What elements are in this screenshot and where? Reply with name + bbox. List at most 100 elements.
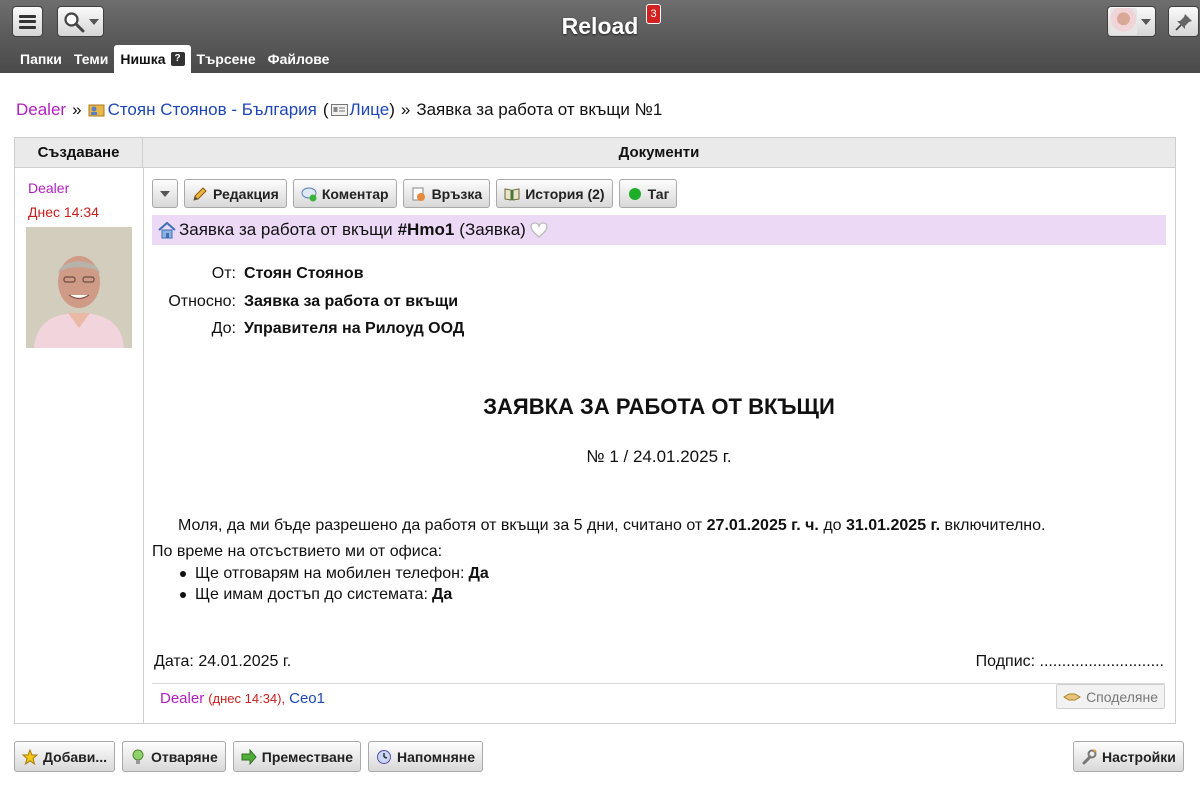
notification-badge[interactable]: 3 (646, 4, 661, 24)
breadcrumb-paren-open: ( (322, 100, 329, 119)
pin-button[interactable] (1168, 6, 1199, 37)
subject-row: Относно: Заявка за работа от вкъщи (154, 293, 458, 311)
bullet-text: Ще имам достъп до системата: (195, 586, 428, 603)
divider (152, 683, 1165, 684)
move-button[interactable]: Преместване (232, 741, 362, 772)
thread-table: Създаване Документи Dealer Днес 14:34 Ре… (14, 137, 1176, 724)
footer-time: (днес 14:34), (208, 691, 286, 706)
body-text: Моля, да ми бъде разрешено да работя от … (178, 517, 703, 534)
edit-button[interactable]: Редакция (184, 179, 287, 208)
footer-author-link[interactable]: Dealer (160, 690, 204, 707)
tab-search[interactable]: Търсене (191, 45, 262, 73)
column-divider (143, 168, 144, 723)
breadcrumb-dealer-link[interactable]: Dealer (16, 100, 66, 120)
remind-button[interactable]: Напомняне (368, 741, 483, 772)
tag-button[interactable]: Таг (618, 179, 678, 208)
open-button[interactable]: Отваряне (122, 741, 226, 772)
body-text: до (823, 517, 842, 534)
document-toolbar: Редакция Коментар Връзка История (2) Таг (152, 179, 678, 208)
document-body: Моля, да ми бъде разрешено да работя от … (152, 513, 1166, 565)
footer-recipient-link[interactable]: Ceo1 (289, 690, 325, 707)
green-dot-icon (628, 187, 641, 200)
book-icon (504, 187, 520, 201)
breadcrumb-separator: » (400, 100, 411, 119)
list-item: Ще отговарям на мобилен телефон: Да (180, 565, 489, 583)
creator-name[interactable]: Dealer (28, 180, 69, 196)
document-footer-meta: Dealer (днес 14:34), Ceo1 (160, 690, 325, 707)
signature-line: Подпис: ............................ (975, 653, 1164, 670)
move-button-label: Преместване (261, 748, 354, 765)
document-code: #Hmo1 (397, 220, 455, 239)
subject-value: Заявка за работа от вкъщи (244, 293, 459, 310)
bullet-value: Да (468, 565, 489, 582)
absence-intro: По време на отсъствието ми от офиса: (152, 543, 443, 560)
creator-photo (26, 227, 132, 348)
link-button-label: Връзка (431, 185, 483, 202)
history-button-label: История (2) (525, 185, 605, 202)
lightbulb-icon (132, 749, 144, 764)
breadcrumb-paren-close: ) (389, 100, 395, 119)
bullet-value: Да (432, 586, 453, 603)
document-title-bar: Заявка за работа от вкъщи #Hmo1 (Заявка) (152, 215, 1166, 245)
link-icon (412, 187, 425, 201)
pin-icon (1174, 13, 1192, 31)
pencil-icon (193, 186, 207, 201)
breadcrumb: Dealer » Стоян Стоянов - България ( Лице… (16, 100, 662, 120)
breadcrumb-contact-link[interactable]: Стоян Стоянов - България (108, 100, 317, 120)
link-button[interactable]: Връзка (402, 179, 491, 208)
tab-topics[interactable]: Теми (68, 45, 114, 73)
body-text: включително. (944, 517, 1046, 534)
breadcrumb-type-link[interactable]: Лице (350, 100, 390, 120)
tab-thread-label: Нишка (120, 51, 166, 67)
bullet-text: Ще отговарям на мобилен телефон: (195, 565, 465, 582)
contact-folder-icon (88, 104, 105, 117)
document-date: Дата: 24.01.2025 г. (154, 653, 292, 670)
share-button-label: Споделяне (1086, 688, 1158, 705)
tag-button-label: Таг (647, 185, 670, 202)
id-card-icon (330, 104, 348, 116)
breadcrumb-separator: » (72, 100, 82, 119)
settings-button[interactable]: Настройки (1073, 741, 1184, 772)
date-to: 31.01.2025 г. (846, 517, 941, 534)
share-button[interactable]: Споделяне (1056, 684, 1165, 709)
tab-files[interactable]: Файлове (262, 45, 336, 73)
arrow-right-icon (241, 748, 257, 765)
handshake-icon (1063, 693, 1082, 700)
list-item: Ще имам достъп до системата: Да (180, 586, 452, 604)
add-button[interactable]: Добави... (14, 741, 116, 772)
column-header-created: Създаване (15, 138, 143, 168)
user-menu-button[interactable] (1107, 6, 1156, 37)
to-value: Управителя на Рилоуд ООД (244, 320, 465, 337)
chevron-down-icon (1141, 18, 1151, 25)
comment-button[interactable]: Коментар (292, 179, 397, 208)
edit-button-label: Редакция (213, 185, 279, 202)
document-title: Заявка за работа от вкъщи (179, 220, 393, 239)
add-button-label: Добави... (43, 748, 108, 765)
from-label: От: (211, 265, 236, 282)
breadcrumb-current: Заявка за работа от вкъщи №1 (416, 100, 663, 119)
creation-time: Днес 14:34 (28, 204, 99, 220)
to-label: До: (211, 320, 236, 337)
date-from: 27.01.2025 г. ч. (706, 517, 819, 534)
document-heading: ЗАЯВКА ЗА РАБОТА ОТ ВКЪЩИ (483, 394, 835, 419)
tab-thread[interactable]: Нишка ? (114, 45, 191, 73)
to-row: До: Управителя на Рилоуд ООД (154, 320, 465, 338)
heart-icon[interactable] (530, 222, 548, 238)
bottom-toolbar: Добави... Отваряне Преместване Напомняне (14, 741, 483, 772)
nav-tabs: Папки Теми Нишка ? Търсене Файлове (14, 45, 335, 73)
document-number: № 1 / 24.01.2025 г. (586, 447, 732, 466)
open-button-label: Отваряне (151, 748, 218, 765)
comment-icon (301, 187, 317, 201)
settings-button-label: Настройки (1102, 748, 1176, 765)
subject-label: Относно: (168, 293, 236, 310)
help-icon[interactable]: ? (170, 52, 185, 66)
clock-icon (377, 749, 392, 764)
request-paragraph: Моля, да ми бъде разрешено да работя от … (152, 513, 1166, 539)
chevron-down-icon (160, 190, 170, 197)
document-kind: (Заявка) (459, 220, 526, 239)
star-icon (22, 748, 38, 765)
more-actions-button[interactable] (152, 179, 178, 208)
history-button[interactable]: История (2) (496, 179, 613, 208)
tab-folders[interactable]: Папки (14, 45, 68, 73)
column-header-documents: Документи (143, 138, 1175, 168)
